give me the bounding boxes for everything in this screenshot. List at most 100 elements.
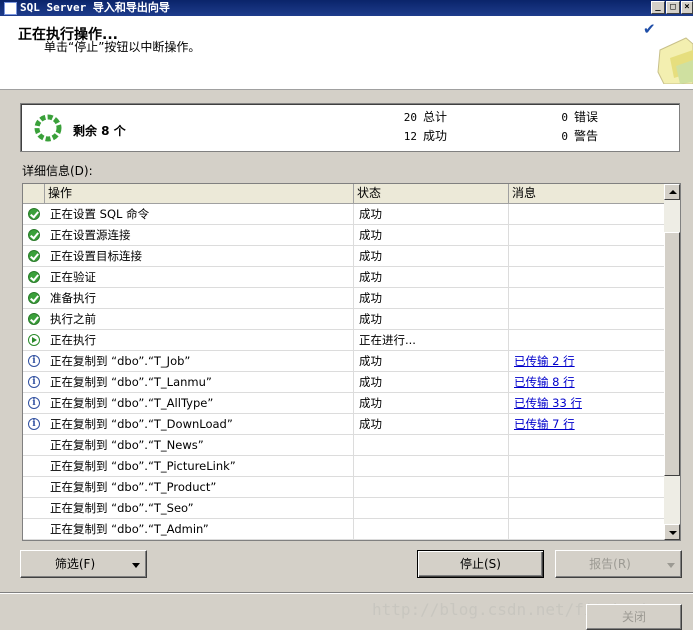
cell-status: 成功	[359, 309, 509, 329]
row-icon-cell	[23, 309, 45, 329]
row-icon-cell: i	[23, 414, 45, 434]
table-row[interactable]: 正在执行 正在进行...	[23, 330, 664, 351]
row-icon-cell	[23, 288, 45, 308]
dropdown-arrow-icon	[667, 563, 675, 568]
dropdown-arrow-icon	[132, 563, 140, 568]
message-link[interactable]: 已传输 8 行	[514, 375, 575, 389]
cell-status	[359, 456, 509, 476]
arrow-down-icon	[669, 531, 677, 535]
details-label: 详细信息(D):	[22, 164, 93, 178]
scroll-thumb[interactable]	[664, 232, 680, 476]
cell-action: 正在复制到 “dbo”.“T_AllType”	[50, 393, 354, 413]
table-row[interactable]: 正在设置目标连接 成功	[23, 246, 664, 267]
table-row[interactable]: 执行之前 成功	[23, 309, 664, 330]
cell-action: 正在执行	[50, 330, 354, 350]
scroll-up-button[interactable]	[664, 184, 680, 200]
vertical-scrollbar[interactable]	[664, 184, 680, 540]
row-icon-cell	[23, 456, 45, 476]
cell-message	[514, 435, 664, 455]
cell-status	[359, 477, 509, 497]
column-header-message[interactable]: 消息	[509, 184, 664, 203]
table-row[interactable]: 准备执行 成功	[23, 288, 664, 309]
table-row[interactable]: i 正在复制到 “dbo”.“T_DownLoad” 成功 已传输 7 行	[23, 414, 664, 435]
cell-action: 正在设置目标连接	[50, 246, 354, 266]
cell-action: 正在复制到 “dbo”.“T_Lanmu”	[50, 372, 354, 392]
filter-button[interactable]: 筛选(F)	[20, 550, 147, 578]
cell-message: 已传输 33 行	[514, 393, 664, 413]
stop-button[interactable]: 停止(S)	[417, 550, 544, 578]
info-icon: i	[28, 355, 40, 367]
table-row[interactable]: 正在验证 成功	[23, 267, 664, 288]
error-stat: 0 错误	[546, 110, 598, 125]
column-header-action[interactable]: 操作	[45, 184, 354, 203]
cell-message	[514, 456, 664, 476]
row-icon-cell: i	[23, 393, 45, 413]
column-header-status[interactable]: 状态	[354, 184, 509, 203]
filter-button-label: 筛选(F)	[54, 557, 96, 571]
message-link[interactable]: 已传输 2 行	[514, 354, 575, 368]
window-title: SQL Server 导入和导出向导	[20, 1, 170, 14]
row-icon-cell	[23, 267, 45, 287]
close-button[interactable]: 关闭	[586, 604, 682, 630]
cell-status: 成功	[359, 351, 509, 371]
success-icon	[28, 208, 40, 220]
cell-message	[514, 267, 664, 287]
report-button[interactable]: 报告(R)	[555, 550, 682, 578]
minimize-button[interactable]: _	[651, 1, 665, 14]
table-row[interactable]: 正在复制到 “dbo”.“T_Admin”	[23, 519, 664, 540]
cell-message	[514, 309, 664, 329]
remaining-count: 剩余 8 个	[73, 124, 126, 138]
cell-action: 正在复制到 “dbo”.“T_News”	[50, 435, 354, 455]
cell-status: 成功	[359, 267, 509, 287]
total-count: 20	[403, 111, 417, 124]
cell-action: 正在复制到 “dbo”.“T_DownLoad”	[50, 414, 354, 434]
maximize-button[interactable]: □	[666, 1, 680, 14]
total-stat: 20 总计	[395, 110, 447, 125]
running-icon	[28, 334, 40, 346]
cell-message	[514, 288, 664, 308]
success-label: 成功	[423, 129, 448, 143]
cell-message	[514, 519, 664, 539]
cell-message	[514, 225, 664, 245]
row-icon-cell	[23, 477, 45, 497]
cell-message: 已传输 7 行	[514, 414, 664, 434]
table-row[interactable]: i 正在复制到 “dbo”.“T_Lanmu” 成功 已传输 8 行	[23, 372, 664, 393]
cell-status: 成功	[359, 372, 509, 392]
message-link[interactable]: 已传输 33 行	[514, 396, 582, 410]
table-row[interactable]: i 正在复制到 “dbo”.“T_Job” 成功 已传输 2 行	[23, 351, 664, 372]
info-icon: i	[28, 397, 40, 409]
cell-status: 成功	[359, 288, 509, 308]
error-count: 0	[561, 111, 568, 124]
close-button-label: 关闭	[621, 610, 646, 624]
cell-status	[359, 435, 509, 455]
details-grid[interactable]: 操作 状态 消息 正在设置 SQL 命令 成功 正在设置源连接 成功 正在设置目标连接成…	[22, 183, 681, 541]
cell-action: 正在复制到 “dbo”.“T_Product”	[50, 477, 354, 497]
table-row[interactable]: 正在设置源连接 成功	[23, 225, 664, 246]
cell-status: 成功	[359, 204, 509, 224]
table-row[interactable]: 正在设置 SQL 命令 成功	[23, 204, 664, 225]
progress-summary: 剩余 8 个 20 总计 12 成功 0 错误 0 警告	[20, 103, 680, 152]
table-row[interactable]: i 正在复制到 “dbo”.“T_AllType” 成功 已传输 33 行	[23, 393, 664, 414]
cell-action: 准备执行	[50, 288, 354, 308]
table-row[interactable]: 正在复制到 “dbo”.“T_Seo”	[23, 498, 664, 519]
success-icon	[28, 229, 40, 241]
row-icon-cell	[23, 330, 45, 350]
table-row[interactable]: 正在复制到 “dbo”.“T_News”	[23, 435, 664, 456]
error-label: 错误	[574, 110, 599, 124]
info-icon: i	[28, 418, 40, 430]
cell-status: 成功	[359, 246, 509, 266]
info-icon: i	[28, 376, 40, 388]
total-label: 总计	[423, 110, 448, 124]
scroll-down-button[interactable]	[664, 524, 680, 540]
stop-button-label: 停止(S)	[460, 557, 501, 571]
success-icon	[28, 292, 40, 304]
close-window-button[interactable]: ×	[681, 1, 693, 14]
message-link[interactable]: 已传输 7 行	[514, 417, 575, 431]
table-row[interactable]: 正在复制到 “dbo”.“T_Product”	[23, 477, 664, 498]
window-titlebar[interactable]: SQL Server 导入和导出向导 _ □ ×	[0, 0, 693, 16]
cell-message: 已传输 2 行	[514, 351, 664, 371]
success-count: 12	[403, 130, 417, 143]
warning-stat: 0 警告	[546, 129, 598, 144]
table-row[interactable]: 正在复制到 “dbo”.“T_PictureLink”	[23, 456, 664, 477]
cell-message	[514, 246, 664, 266]
